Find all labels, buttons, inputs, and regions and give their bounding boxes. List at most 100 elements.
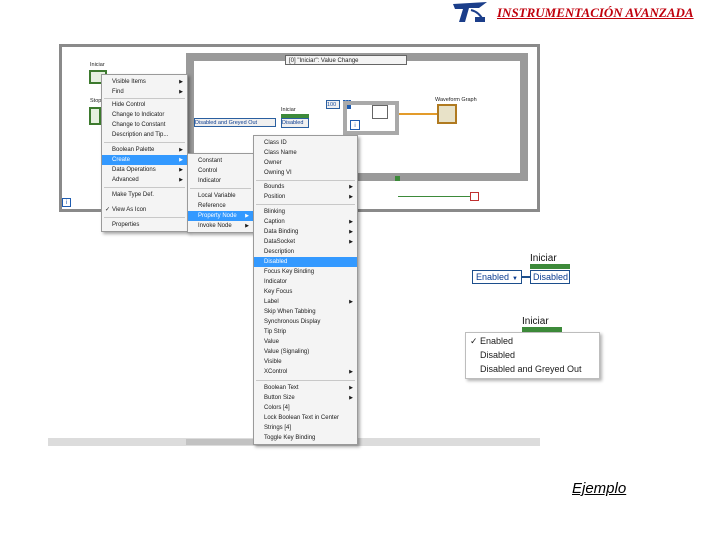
ring-constant[interactable]: Disabled and Greyed Out: [194, 118, 276, 127]
submenu-arrow-icon: ▶: [349, 395, 353, 401]
prop-value-signaling[interactable]: Value (Signaling): [254, 347, 357, 357]
page-title: INSTRUMENTACIÓN AVANZADA: [497, 5, 694, 20]
menu-item-create[interactable]: Create ▶: [102, 155, 187, 165]
disabled-options-list: ✓ Enabled Disabled Disabled and Greyed Ou…: [465, 332, 600, 379]
example2-label: Iniciar: [522, 316, 549, 327]
prop-lock-boolean-text[interactable]: Lock Boolean Text in Center: [254, 413, 357, 423]
prop-visible[interactable]: Visible: [254, 357, 357, 367]
example1-label: Iniciar: [530, 253, 557, 264]
example1-node-header: [530, 264, 570, 269]
submenu-arrow-icon: ▶: [245, 213, 249, 219]
submenu-arrow-icon: ▶: [349, 194, 353, 200]
prop-label[interactable]: Label ▶: [254, 297, 357, 307]
submenu-arrow-icon: ▶: [349, 299, 353, 305]
prop-owner[interactable]: Owner: [254, 158, 357, 168]
menu-item-reference[interactable]: Reference: [188, 201, 253, 211]
logo-icon: [453, 2, 487, 22]
context-menu: Visible Items ▶ Find ▶ Hide Control Change…: [101, 74, 188, 232]
property-node-label: Iniciar: [281, 107, 296, 113]
stop-condition-icon[interactable]: [470, 192, 479, 201]
prop-button-size[interactable]: Button Size ▶: [254, 393, 357, 403]
prop-key-focus[interactable]: Key Focus: [254, 287, 357, 297]
example1-property-disabled[interactable]: Disabled: [530, 270, 570, 284]
boolean-wire: [398, 196, 470, 197]
prop-owning-vi[interactable]: Owning VI: [254, 168, 357, 178]
prop-toggle-key-binding[interactable]: Toggle Key Binding: [254, 433, 357, 443]
menu-item-invoke-node[interactable]: Invoke Node ▶: [188, 221, 253, 231]
create-submenu: Constant Control Indicator Local Variabl…: [187, 153, 254, 233]
menu-item-make-type-def[interactable]: Make Type Def.: [102, 190, 187, 200]
submenu-arrow-icon: ▶: [179, 79, 183, 85]
waveform-graph-label: Waveform Graph: [435, 97, 477, 103]
menu-item-control[interactable]: Control: [188, 166, 253, 176]
prop-bounds[interactable]: Bounds ▶: [254, 182, 357, 192]
stop-terminal-label: Stop: [90, 98, 102, 104]
menu-item-hide-control[interactable]: Hide Control: [102, 100, 187, 110]
prop-strings[interactable]: Strings [4]: [254, 423, 357, 433]
submenu-arrow-icon: ▶: [349, 219, 353, 225]
prop-xcontrol[interactable]: XControl ▶: [254, 367, 357, 377]
prop-blinking[interactable]: Blinking: [254, 207, 357, 217]
menu-item-change-to-constant[interactable]: Change to Constant: [102, 120, 187, 130]
while-iteration-terminal: i: [62, 198, 71, 207]
submenu-arrow-icon: ▶: [179, 89, 183, 95]
stop-terminal[interactable]: [89, 107, 101, 125]
prop-tip-strip[interactable]: Tip Strip: [254, 327, 357, 337]
option-enabled[interactable]: ✓ Enabled: [466, 336, 513, 346]
prop-skip-when-tabbing[interactable]: Skip When Tabbing: [254, 307, 357, 317]
menu-item-properties[interactable]: Properties: [102, 220, 187, 230]
prop-caption[interactable]: Caption ▶: [254, 217, 357, 227]
enabled-ring-constant[interactable]: Enabled ▼: [472, 270, 522, 284]
prop-value[interactable]: Value: [254, 337, 357, 347]
event-case-selector[interactable]: [0] "Iniciar": Value Change: [285, 55, 407, 65]
enum-wire: [522, 276, 530, 278]
menu-item-local-variable[interactable]: Local Variable: [188, 191, 253, 201]
prop-focus-key-binding[interactable]: Focus Key Binding: [254, 267, 357, 277]
count-constant[interactable]: 100: [326, 100, 340, 109]
submenu-arrow-icon: ▶: [179, 177, 183, 183]
example-caption: Ejemplo: [572, 480, 627, 497]
check-icon: ✓: [470, 336, 478, 346]
submenu-arrow-icon: ▶: [179, 147, 183, 153]
menu-item-advanced[interactable]: Advanced ▶: [102, 175, 187, 185]
prop-description[interactable]: Description: [254, 247, 357, 257]
prop-colors[interactable]: Colors [4]: [254, 403, 357, 413]
submenu-arrow-icon: ▶: [349, 239, 353, 245]
prop-position[interactable]: Position ▶: [254, 192, 357, 202]
menu-item-constant[interactable]: Constant: [188, 156, 253, 166]
submenu-arrow-icon: ▶: [179, 167, 183, 173]
waveform-graph-terminal[interactable]: [437, 104, 457, 124]
prop-data-binding[interactable]: Data Binding ▶: [254, 227, 357, 237]
menu-item-find[interactable]: Find ▶: [102, 87, 187, 97]
prop-class-name[interactable]: Class Name: [254, 148, 357, 158]
menu-item-property-node[interactable]: Property Node ▶: [188, 211, 253, 221]
property-node-submenu: Class ID Class Name Owner Owning VI Boun…: [253, 135, 358, 445]
menu-item-visible-items[interactable]: Visible Items ▶: [102, 77, 187, 87]
prop-class-id[interactable]: Class ID: [254, 138, 357, 148]
iniciar-terminal-label: Iniciar: [90, 62, 105, 68]
prop-boolean-text[interactable]: Boolean Text ▶: [254, 383, 357, 393]
prop-disabled[interactable]: Disabled: [254, 257, 357, 267]
submenu-arrow-icon: ▶: [349, 385, 353, 391]
loop-condition-tunnel: [395, 176, 400, 181]
dropdown-arrow-icon: ▼: [512, 276, 518, 282]
submenu-arrow-icon: ▶: [349, 184, 353, 190]
data-wire: [399, 113, 437, 115]
random-number-icon[interactable]: [372, 105, 388, 119]
prop-indicator[interactable]: Indicator: [254, 277, 357, 287]
prop-datasocket[interactable]: DataSocket ▶: [254, 237, 357, 247]
menu-item-data-operations[interactable]: Data Operations ▶: [102, 165, 187, 175]
menu-item-change-to-indicator[interactable]: Change to Indicator: [102, 110, 187, 120]
menu-item-view-as-icon[interactable]: ✓ View As Icon: [102, 205, 187, 215]
menu-item-boolean-palette[interactable]: Boolean Palette ▶: [102, 145, 187, 155]
submenu-arrow-icon: ▶: [349, 369, 353, 375]
property-node-disabled[interactable]: Disabled: [281, 118, 309, 128]
submenu-arrow-icon: ▶: [349, 229, 353, 235]
menu-item-indicator[interactable]: Indicator: [188, 176, 253, 186]
submenu-arrow-icon: ▶: [179, 157, 183, 163]
menu-item-description-tip[interactable]: Description and Tip...: [102, 130, 187, 140]
option-disabled[interactable]: Disabled: [466, 350, 515, 360]
prop-synchronous-display[interactable]: Synchronous Display: [254, 317, 357, 327]
submenu-arrow-icon: ▶: [245, 223, 249, 229]
option-disabled-greyed-out[interactable]: Disabled and Greyed Out: [466, 364, 582, 374]
